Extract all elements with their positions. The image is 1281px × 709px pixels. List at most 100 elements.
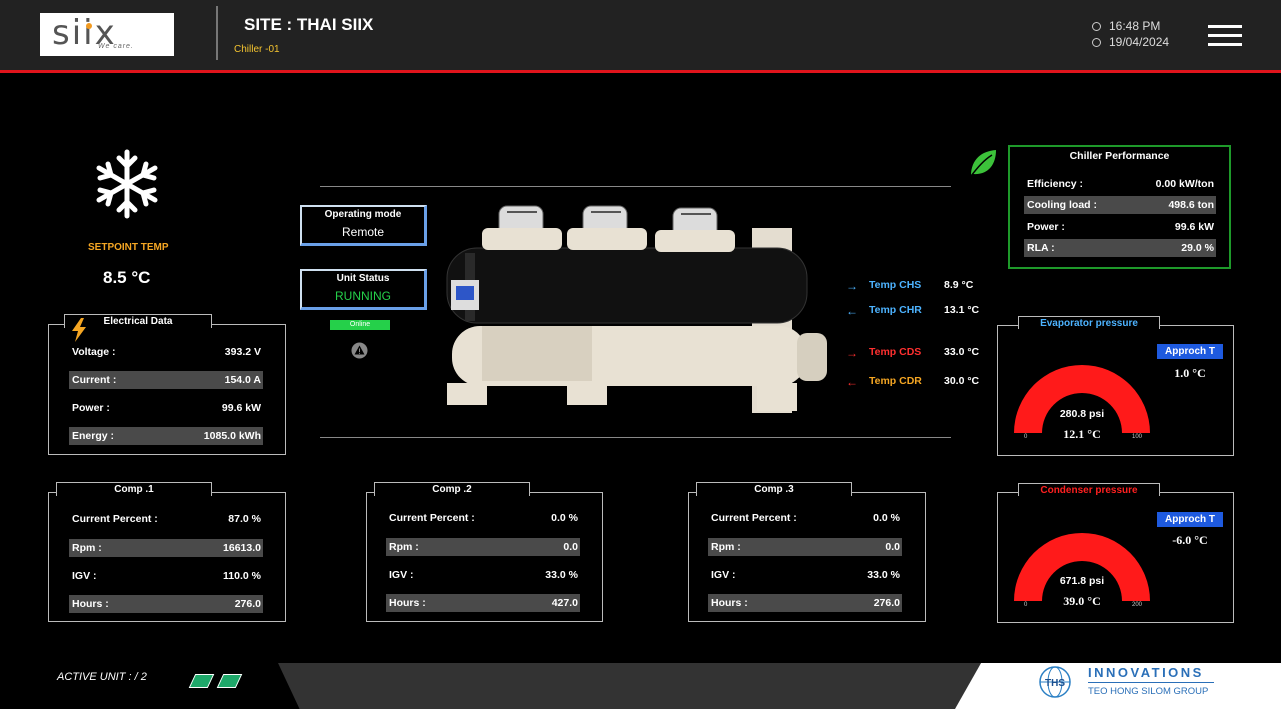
arrow-icon: →	[846, 279, 858, 293]
condenser-approach-value: -6.0 °C	[1172, 533, 1208, 547]
comp-row: Current Percent : 87.0 %	[69, 510, 263, 528]
condenser-gauge	[1014, 533, 1150, 601]
row-label: Current Percent :	[389, 512, 475, 524]
temp-value: 8.9 °C	[944, 279, 974, 291]
row-label: Energy :	[72, 430, 115, 442]
comp-title-text: Comp .2	[432, 484, 472, 495]
electrical-row: Power : 99.6 kW	[69, 399, 263, 417]
footer-left	[0, 663, 330, 709]
gauge-arc	[1014, 533, 1150, 601]
comp-title-text: Comp .3	[754, 484, 794, 495]
row-value: 33.0 %	[867, 569, 900, 581]
logo-dot	[86, 23, 92, 29]
alarm-icon[interactable]	[351, 342, 368, 359]
row-value: 276.0	[873, 597, 900, 609]
comp-row: Hours : 276.0	[69, 595, 263, 613]
row-value: 29.0 %	[1181, 242, 1214, 254]
row-label: Current :	[72, 374, 117, 386]
row-label: Power :	[72, 402, 110, 414]
lightning-icon	[72, 318, 86, 342]
row-label: IGV :	[389, 569, 414, 581]
ths-initials: THS	[1045, 678, 1065, 689]
calendar-icon	[1092, 38, 1101, 47]
gauge-arc	[1014, 365, 1150, 433]
comp-row: Rpm : 0.0	[386, 538, 580, 556]
comp-title-text: Comp .1	[114, 484, 154, 495]
setpoint-label: SETPOINT TEMP	[88, 242, 169, 253]
row-label: Rpm :	[72, 542, 102, 554]
arrow-icon: →	[846, 346, 858, 360]
header-accent-line	[0, 70, 1281, 73]
condenser-gauge-max: 200	[1132, 602, 1143, 608]
arrow-icon: ←	[846, 375, 858, 389]
comp-row: Rpm : 0.0	[708, 538, 902, 556]
arrow-icon: ←	[846, 304, 858, 318]
row-value: 99.6 kW	[1174, 221, 1214, 233]
comp-3-title: Comp .3	[696, 482, 852, 496]
performance-title: Chiller Performance	[1069, 150, 1170, 162]
row-label: Power :	[1027, 221, 1065, 233]
header-divider	[216, 6, 218, 60]
unit-status-value: RUNNING	[335, 289, 391, 303]
temp-label: Temp CDR	[869, 375, 922, 387]
comp-1-title: Comp .1	[56, 482, 212, 496]
row-label: IGV :	[72, 570, 97, 582]
row-label: Hours :	[711, 597, 748, 609]
temp-value: 13.1 °C	[944, 304, 980, 316]
evaporator-approach-label: Approch T	[1157, 344, 1223, 359]
row-value: 1085.0 kWh	[203, 430, 261, 442]
performance-row: Cooling load : 498.6 ton	[1024, 196, 1216, 214]
date-text: 19/04/2024	[1109, 35, 1170, 49]
comp-row: Hours : 276.0	[708, 594, 902, 612]
condenser-title: Condenser pressure	[1018, 483, 1160, 496]
time-text: 16:48 PM	[1109, 19, 1161, 33]
row-value: 0.00 kW/ton	[1155, 178, 1214, 190]
row-label: Rpm :	[711, 541, 741, 553]
chiller-unit-image	[446, 205, 827, 413]
evaporator-gauge-max: 100	[1132, 434, 1143, 440]
row-value: 0.0 %	[551, 512, 578, 524]
condenser-gauge-min: 0	[1024, 602, 1028, 608]
temp-value: 33.0 °C	[944, 346, 980, 358]
row-label: RLA :	[1027, 242, 1055, 254]
comp-2-title: Comp .2	[374, 482, 530, 496]
online-indicator: Online	[330, 320, 390, 330]
hamburger-menu-icon[interactable]	[1208, 25, 1242, 47]
evaporator-gauge	[1014, 365, 1150, 433]
logo-tagline: We care.	[98, 43, 134, 50]
row-value: 0.0	[563, 541, 578, 553]
electrical-row: Energy : 1085.0 kWh	[69, 427, 263, 445]
brand-divider	[1088, 682, 1214, 683]
row-value: 99.6 kW	[221, 402, 261, 414]
date-display: 19/04/2024	[1092, 35, 1169, 49]
temp-label: Temp CDS	[869, 346, 922, 358]
electrical-row: Current : 154.0 A	[69, 371, 263, 389]
unit-status-box: Unit Status RUNNING	[300, 269, 427, 310]
row-label: IGV :	[711, 569, 736, 581]
row-value: 498.6 ton	[1168, 199, 1214, 211]
comp-row: Hours : 427.0	[386, 594, 580, 612]
comp-row: Current Percent : 0.0 %	[386, 509, 580, 527]
row-value: 87.0 %	[228, 513, 261, 525]
divider-bottom	[320, 437, 951, 438]
condenser-approach-label: Approch T	[1157, 512, 1223, 527]
condenser-title-text: Condenser pressure	[1040, 485, 1138, 496]
site-title: SITE : THAI SIIX	[244, 15, 374, 34]
clock-icon	[1092, 22, 1101, 31]
time-display: 16:48 PM	[1092, 19, 1160, 33]
performance-row: Efficiency : 0.00 kW/ton	[1024, 175, 1216, 193]
row-label: Hours :	[389, 597, 426, 609]
row-value: 427.0	[551, 597, 578, 609]
row-label: Efficiency :	[1027, 178, 1084, 190]
performance-row: Power : 99.6 kW	[1024, 218, 1216, 236]
condenser-pressure-value: 671.8 psi	[1059, 575, 1105, 587]
row-value: 276.0	[234, 598, 261, 610]
leaf-icon	[970, 150, 996, 177]
row-value: 0.0 %	[873, 512, 900, 524]
operating-mode-box: Operating mode Remote	[300, 205, 427, 246]
row-value: 0.0	[885, 541, 900, 553]
row-label: Hours :	[72, 598, 109, 610]
unit-status-title: Unit Status	[336, 273, 390, 284]
chiller-performance-panel: Chiller Performance Efficiency : 0.00 kW/…	[1008, 145, 1231, 269]
temp-label: Temp CHS	[869, 279, 922, 291]
